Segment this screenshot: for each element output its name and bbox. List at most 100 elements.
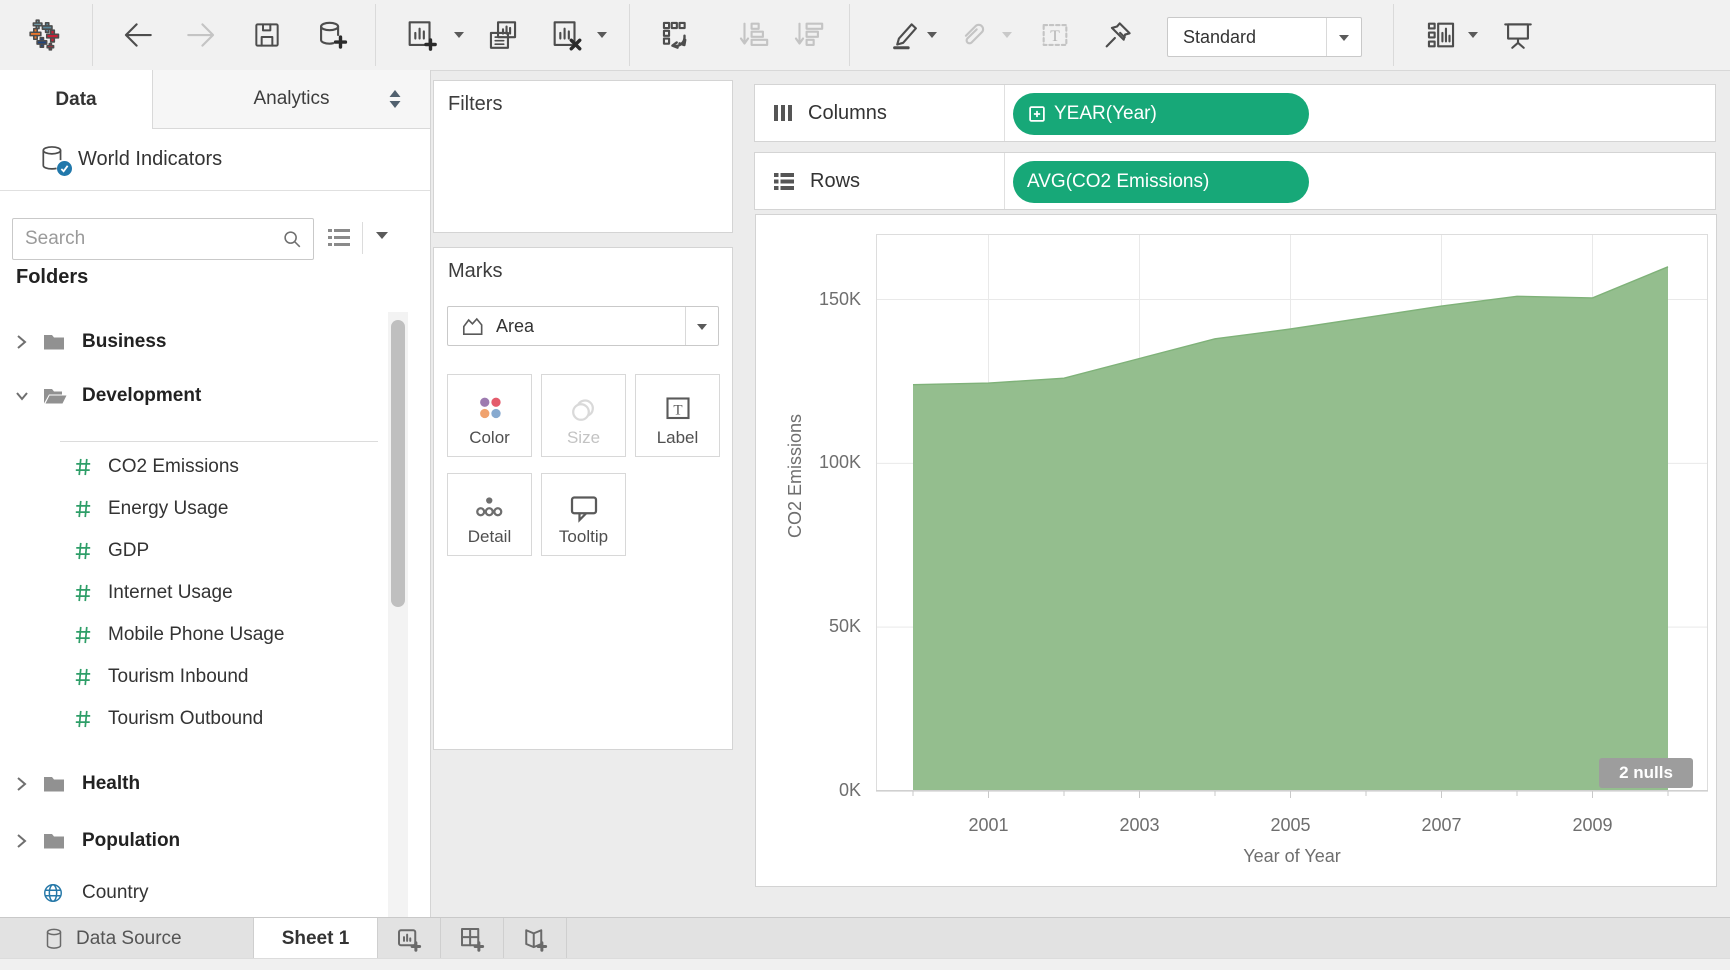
toolbar-divider [92, 4, 93, 66]
save-button[interactable] [249, 17, 285, 53]
tab-data[interactable]: Data [0, 70, 153, 129]
pane-tabs: Data Analytics [0, 70, 430, 129]
detail-button[interactable]: Detail [447, 473, 532, 556]
tableau-logo-icon[interactable] [26, 17, 62, 53]
undo-button[interactable] [120, 17, 156, 53]
tooltip-button[interactable]: Tooltip [541, 473, 626, 556]
chevron-down-icon[interactable] [15, 390, 29, 402]
paperclip-menu-caret[interactable] [1000, 28, 1014, 42]
svg-text:T: T [1050, 28, 1060, 45]
view-as-list-icon[interactable] [326, 226, 352, 250]
rows-pill-avg-co2[interactable]: AVG(CO2 Emissions) [1013, 161, 1309, 203]
nulls-indicator-badge[interactable]: 2 nulls [1599, 758, 1693, 788]
y-tick-label: 50K [828, 616, 861, 637]
show-hide-cards-caret[interactable] [1466, 28, 1480, 42]
pane-menu-caret[interactable] [372, 230, 392, 246]
sort-descending-button[interactable] [790, 17, 826, 53]
color-button[interactable]: Color [447, 374, 532, 457]
sort-fields-icon[interactable] [388, 89, 402, 109]
text-label-button[interactable]: T [1037, 17, 1073, 53]
search-input[interactable] [13, 227, 281, 251]
mark-type-value: Area [496, 315, 535, 336]
folders-heading: Folders [16, 266, 89, 288]
x-tick-label: 2005 [1270, 815, 1311, 835]
main-toolbar: T Standard [0, 0, 1730, 71]
fit-mode-value: Standard [1183, 26, 1257, 47]
chevron-right-icon[interactable] [15, 333, 29, 351]
columns-shelf[interactable]: Columns YEAR(Year) [754, 84, 1716, 142]
field-energy-usage[interactable]: Energy Usage [0, 492, 388, 526]
globe-icon [42, 882, 66, 904]
mark-type-caret-icon[interactable] [685, 307, 718, 345]
chevron-right-icon[interactable] [15, 832, 29, 850]
field-co2-emissions[interactable]: CO2 Emissions [0, 450, 388, 484]
presentation-mode-button[interactable] [1500, 17, 1536, 53]
highlight-button[interactable] [888, 17, 924, 53]
toolbar-divider [629, 4, 630, 66]
field-tourism-inbound[interactable]: Tourism Inbound [0, 660, 388, 694]
fit-mode-select[interactable]: Standard [1167, 17, 1362, 57]
folder-health[interactable]: Health [0, 767, 388, 801]
folder-population[interactable]: Population [0, 824, 388, 858]
sort-ascending-button[interactable] [735, 17, 771, 53]
redo-button[interactable] [183, 17, 219, 53]
worksheet-view: CO2 Emissions 0K 50K 100K 150K 2001 2003 2005… [755, 214, 1717, 887]
tab-sheet-1[interactable]: Sheet 1 [254, 918, 378, 959]
highlight-menu-caret[interactable] [925, 28, 939, 42]
new-worksheet-menu-caret[interactable] [452, 28, 466, 42]
columns-icon [772, 101, 794, 125]
duplicate-sheet-button[interactable] [485, 17, 521, 53]
columns-pill-year[interactable]: YEAR(Year) [1013, 93, 1309, 135]
new-story-tab-button[interactable] [504, 918, 567, 959]
divider [1004, 153, 1005, 209]
field-mobile-phone-usage[interactable]: Mobile Phone Usage [0, 618, 388, 652]
tab-analytics[interactable]: Analytics [153, 70, 430, 128]
database-icon [40, 145, 72, 176]
clear-sheet-menu-caret[interactable] [595, 28, 609, 42]
new-worksheet-tab-button[interactable] [378, 918, 441, 959]
expand-hierarchy-icon[interactable] [1027, 104, 1047, 124]
new-data-source-button[interactable] [313, 17, 349, 53]
columns-label: Columns [808, 101, 887, 124]
x-tick-label: 2009 [1572, 815, 1613, 835]
field-tourism-outbound[interactable]: Tourism Outbound [0, 702, 388, 736]
x-tick-label: 2007 [1421, 815, 1462, 835]
pin-button[interactable] [1100, 17, 1136, 53]
label-button[interactable]: T Label [635, 374, 720, 457]
toolbar-divider [1393, 4, 1394, 66]
mark-type-select[interactable]: Area [447, 306, 719, 346]
swap-rows-columns-button[interactable] [658, 17, 694, 53]
marks-title: Marks [448, 260, 503, 282]
new-worksheet-button[interactable] [403, 17, 439, 53]
toolbar-divider [849, 4, 850, 66]
folder-business[interactable]: Business [0, 325, 388, 359]
sidebar-scrollbar-track[interactable] [388, 312, 408, 917]
size-button[interactable]: Size [541, 374, 626, 457]
data-source-item[interactable]: World Indicators [0, 128, 430, 191]
search-input-wrapper [12, 218, 314, 260]
area-chart-plot[interactable] [876, 234, 1708, 812]
sidebar-scrollbar-thumb[interactable] [391, 320, 405, 607]
rows-shelf[interactable]: Rows AVG(CO2 Emissions) [754, 152, 1716, 210]
filters-title: Filters [448, 93, 503, 115]
fit-mode-caret-icon[interactable] [1326, 18, 1361, 56]
x-axis-title: Year of Year [1243, 846, 1341, 866]
chevron-right-icon[interactable] [15, 775, 29, 793]
number-field-icon [74, 541, 92, 561]
connection-check-icon [57, 161, 72, 176]
filters-card: Filters [433, 80, 733, 233]
field-gdp[interactable]: GDP [0, 534, 388, 568]
data-pane: Data Analytics World Indicators Search F… [0, 70, 431, 917]
new-dashboard-tab-button[interactable] [441, 918, 504, 959]
folder-development[interactable]: Development [0, 379, 388, 413]
clear-sheet-button[interactable] [548, 17, 584, 53]
number-field-icon [74, 499, 92, 519]
tab-data-source[interactable]: Data Source [0, 918, 254, 959]
field-internet-usage[interactable]: Internet Usage [0, 576, 388, 610]
data-source-tab-label: Data Source [76, 927, 182, 949]
paperclip-icon[interactable] [955, 17, 991, 53]
show-hide-cards-button[interactable] [1423, 17, 1459, 53]
tableau-window: T Standard Data Analytics World Indicato… [0, 0, 1730, 970]
field-country[interactable]: Country [0, 876, 388, 910]
sheet-tab-bar: Data Source Sheet 1 [0, 917, 1730, 959]
